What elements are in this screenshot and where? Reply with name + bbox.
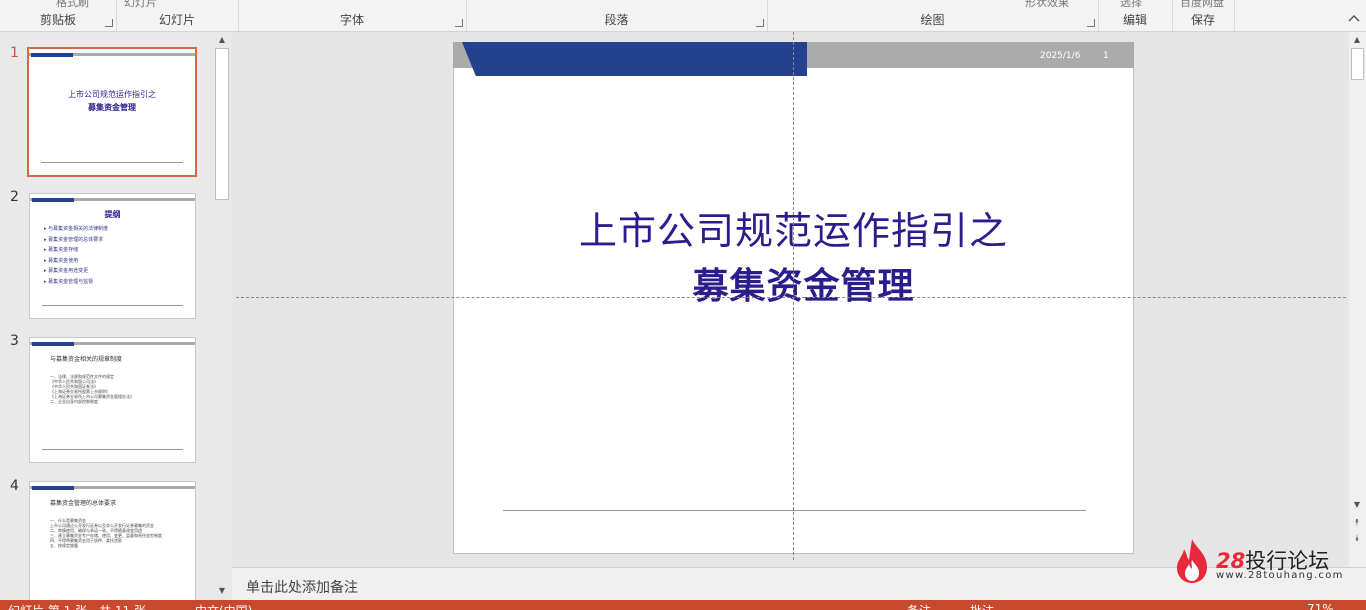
ribbon-cut-label-save[interactable]: 百度网盘 <box>1180 0 1224 10</box>
thumb-divider <box>41 162 183 163</box>
chevron-up-icon[interactable] <box>1342 10 1366 28</box>
slide-scrollbar[interactable]: ▲ ▼ ⯭ ⯯ <box>1349 32 1366 567</box>
ribbon-group-label-save: 保存 <box>1190 13 1215 27</box>
thumb-outline-item: ▸ 募集资金管理与监督 <box>44 278 94 285</box>
thumb-outline-item: ▸ 与募集资金相关的法律制度 <box>44 226 109 232</box>
thumb-title-line1: 上市公司规范运作指引之 <box>68 90 156 99</box>
thumb-outline-item: ▸ 募集资金使用 <box>44 257 79 264</box>
slide-thumbnail-pane: 1 上市公司规范运作指引之 募集资金管理 2 提纲 ▸ 与募集资金相关的法律制度… <box>0 32 231 607</box>
thumb-outline-item: ▸ 募集资金用途变更 <box>44 268 89 274</box>
thumb-body-text: 一、什么是募集资金 上市公司通过公开发行证券以及非公开发行证券募集的资金 二、审… <box>50 518 162 548</box>
thumbnail-number: 2 <box>10 189 19 205</box>
thumbnail-number: 3 <box>10 333 19 349</box>
thumb-outline-item: ▸ 募集资金存储 <box>44 247 79 253</box>
ribbon-group-font: 字体 <box>238 0 467 31</box>
previous-slide-icon[interactable]: ⯭ <box>1349 516 1365 530</box>
scroll-down-arrow-icon[interactable]: ▼ <box>1349 498 1365 512</box>
thumb-blue-band <box>32 486 74 490</box>
thumbnail-scrollbar[interactable]: ▲ ▼ <box>214 32 230 600</box>
thumb-heading: 与募集资金相关的规章制度 <box>50 356 123 363</box>
thumbnail-slide-4[interactable]: 募集资金管理的总体要求 一、什么是募集资金 上市公司通过公开发行证券以及非公开发… <box>29 481 196 607</box>
notes-placeholder[interactable]: 单击此处添加备注 <box>246 577 358 597</box>
comments-toggle[interactable]: 批注 <box>970 602 994 610</box>
scroll-up-arrow-icon[interactable]: ▲ <box>1349 33 1365 47</box>
slide-count: 幻灯片 第 1 张，共 11 张 <box>8 602 146 610</box>
ribbon-group-slides: 幻灯片 幻灯片 <box>116 0 239 31</box>
thumb-divider <box>42 449 183 450</box>
status-bar: 幻灯片 第 1 张，共 11 张 中文(中国) 备注 批注 71% <box>0 600 1366 610</box>
ribbon-cut-label-slides[interactable]: 幻灯片 <box>124 0 157 10</box>
slide-title-line2[interactable]: 募集资金管理 <box>453 257 1154 309</box>
ribbon-group-label-paragraph: 段落 <box>604 13 629 27</box>
zoom-level[interactable]: 71% <box>1307 602 1334 610</box>
thumbnail-number: 4 <box>10 478 19 494</box>
brand-url: www.28touhang.com <box>1216 570 1344 581</box>
watermark-logo: 28投行论坛 www.28touhang.com <box>1170 536 1366 586</box>
scrollbar-thumb[interactable] <box>1351 48 1364 80</box>
slide-footer-line <box>503 510 1086 511</box>
thumbnail-slide-1[interactable]: 上市公司规范运作指引之 募集资金管理 <box>27 47 197 177</box>
thumb-divider <box>42 305 183 306</box>
dialog-launcher-icon[interactable] <box>455 19 463 27</box>
ribbon-cut-label-clipboard[interactable]: 格式刷 <box>56 0 89 10</box>
scroll-up-arrow-icon[interactable]: ▲ <box>214 33 230 47</box>
dialog-launcher-icon[interactable] <box>105 19 113 27</box>
thumb-blue-band <box>31 53 73 57</box>
thumb-title-line2: 募集资金管理 <box>88 103 136 112</box>
ribbon-group-label-font: 字体 <box>339 13 364 27</box>
horizontal-guide[interactable] <box>236 297 1346 298</box>
ribbon-group-label-drawing: 绘图 <box>920 13 945 27</box>
flame-icon <box>1177 539 1207 583</box>
slide-date: 2025/1/6 <box>1040 51 1081 61</box>
dialog-launcher-icon[interactable] <box>756 19 764 27</box>
notes-toggle[interactable]: 备注 <box>907 602 931 610</box>
scrollbar-thumb[interactable] <box>215 48 229 200</box>
ribbon-group-save: 百度网盘 保存 <box>1172 0 1235 31</box>
ribbon-cut-label-editing[interactable]: 选择 <box>1120 0 1142 10</box>
ribbon: 格式刷 剪贴板 幻灯片 幻灯片 字体 段落 形状效果 绘图 选择 编辑 百度网盘… <box>0 0 1366 32</box>
ribbon-group-paragraph: 段落 <box>466 0 768 31</box>
thumb-blue-band <box>32 342 74 346</box>
ribbon-cut-label-drawing[interactable]: 形状效果 <box>1025 0 1069 10</box>
thumb-blue-band <box>32 198 74 202</box>
ribbon-group-drawing: 形状效果 绘图 <box>767 0 1099 31</box>
thumb-body-text: 一、法律、法规和规范性文件的规定 《中华人民共和国公司法》 《中华人民共和国证券… <box>50 374 134 404</box>
slide-page-number: 1 <box>1103 51 1109 61</box>
thumb-outline-list: ▸ 与募集资金相关的法律制度 ▸ 募集资金管理的总体要求 ▸ 募集资金存储 ▸ … <box>44 224 108 287</box>
thumb-outline-item: ▸ 募集资金管理的总体要求 <box>44 236 104 243</box>
dialog-launcher-icon[interactable] <box>1087 19 1095 27</box>
thumbnail-slide-3[interactable]: 与募集资金相关的规章制度 一、法律、法规和规范性文件的规定 《中华人民共和国公司… <box>29 337 196 463</box>
ribbon-group-label-editing: 编辑 <box>1122 13 1147 27</box>
thumbnail-slide-2[interactable]: 提纲 ▸ 与募集资金相关的法律制度 ▸ 募集资金管理的总体要求 ▸ 募集资金存储… <box>29 193 196 319</box>
vertical-guide[interactable] <box>793 32 794 560</box>
ribbon-group-label-clipboard: 剪贴板 <box>39 13 76 27</box>
scroll-down-arrow-icon[interactable]: ▼ <box>214 584 230 598</box>
slide-header-blue-band <box>462 42 807 76</box>
ribbon-group-editing: 选择 编辑 <box>1098 0 1173 31</box>
ribbon-group-label-slides: 幻灯片 <box>158 13 195 27</box>
thumb-heading: 募集资金管理的总体要求 <box>50 500 117 507</box>
language-indicator[interactable]: 中文(中国) <box>195 602 252 610</box>
thumb-heading: 提纲 <box>104 210 121 219</box>
ribbon-group-clipboard: 格式刷 剪贴板 <box>0 0 117 31</box>
thumbnail-number: 1 <box>10 45 19 61</box>
